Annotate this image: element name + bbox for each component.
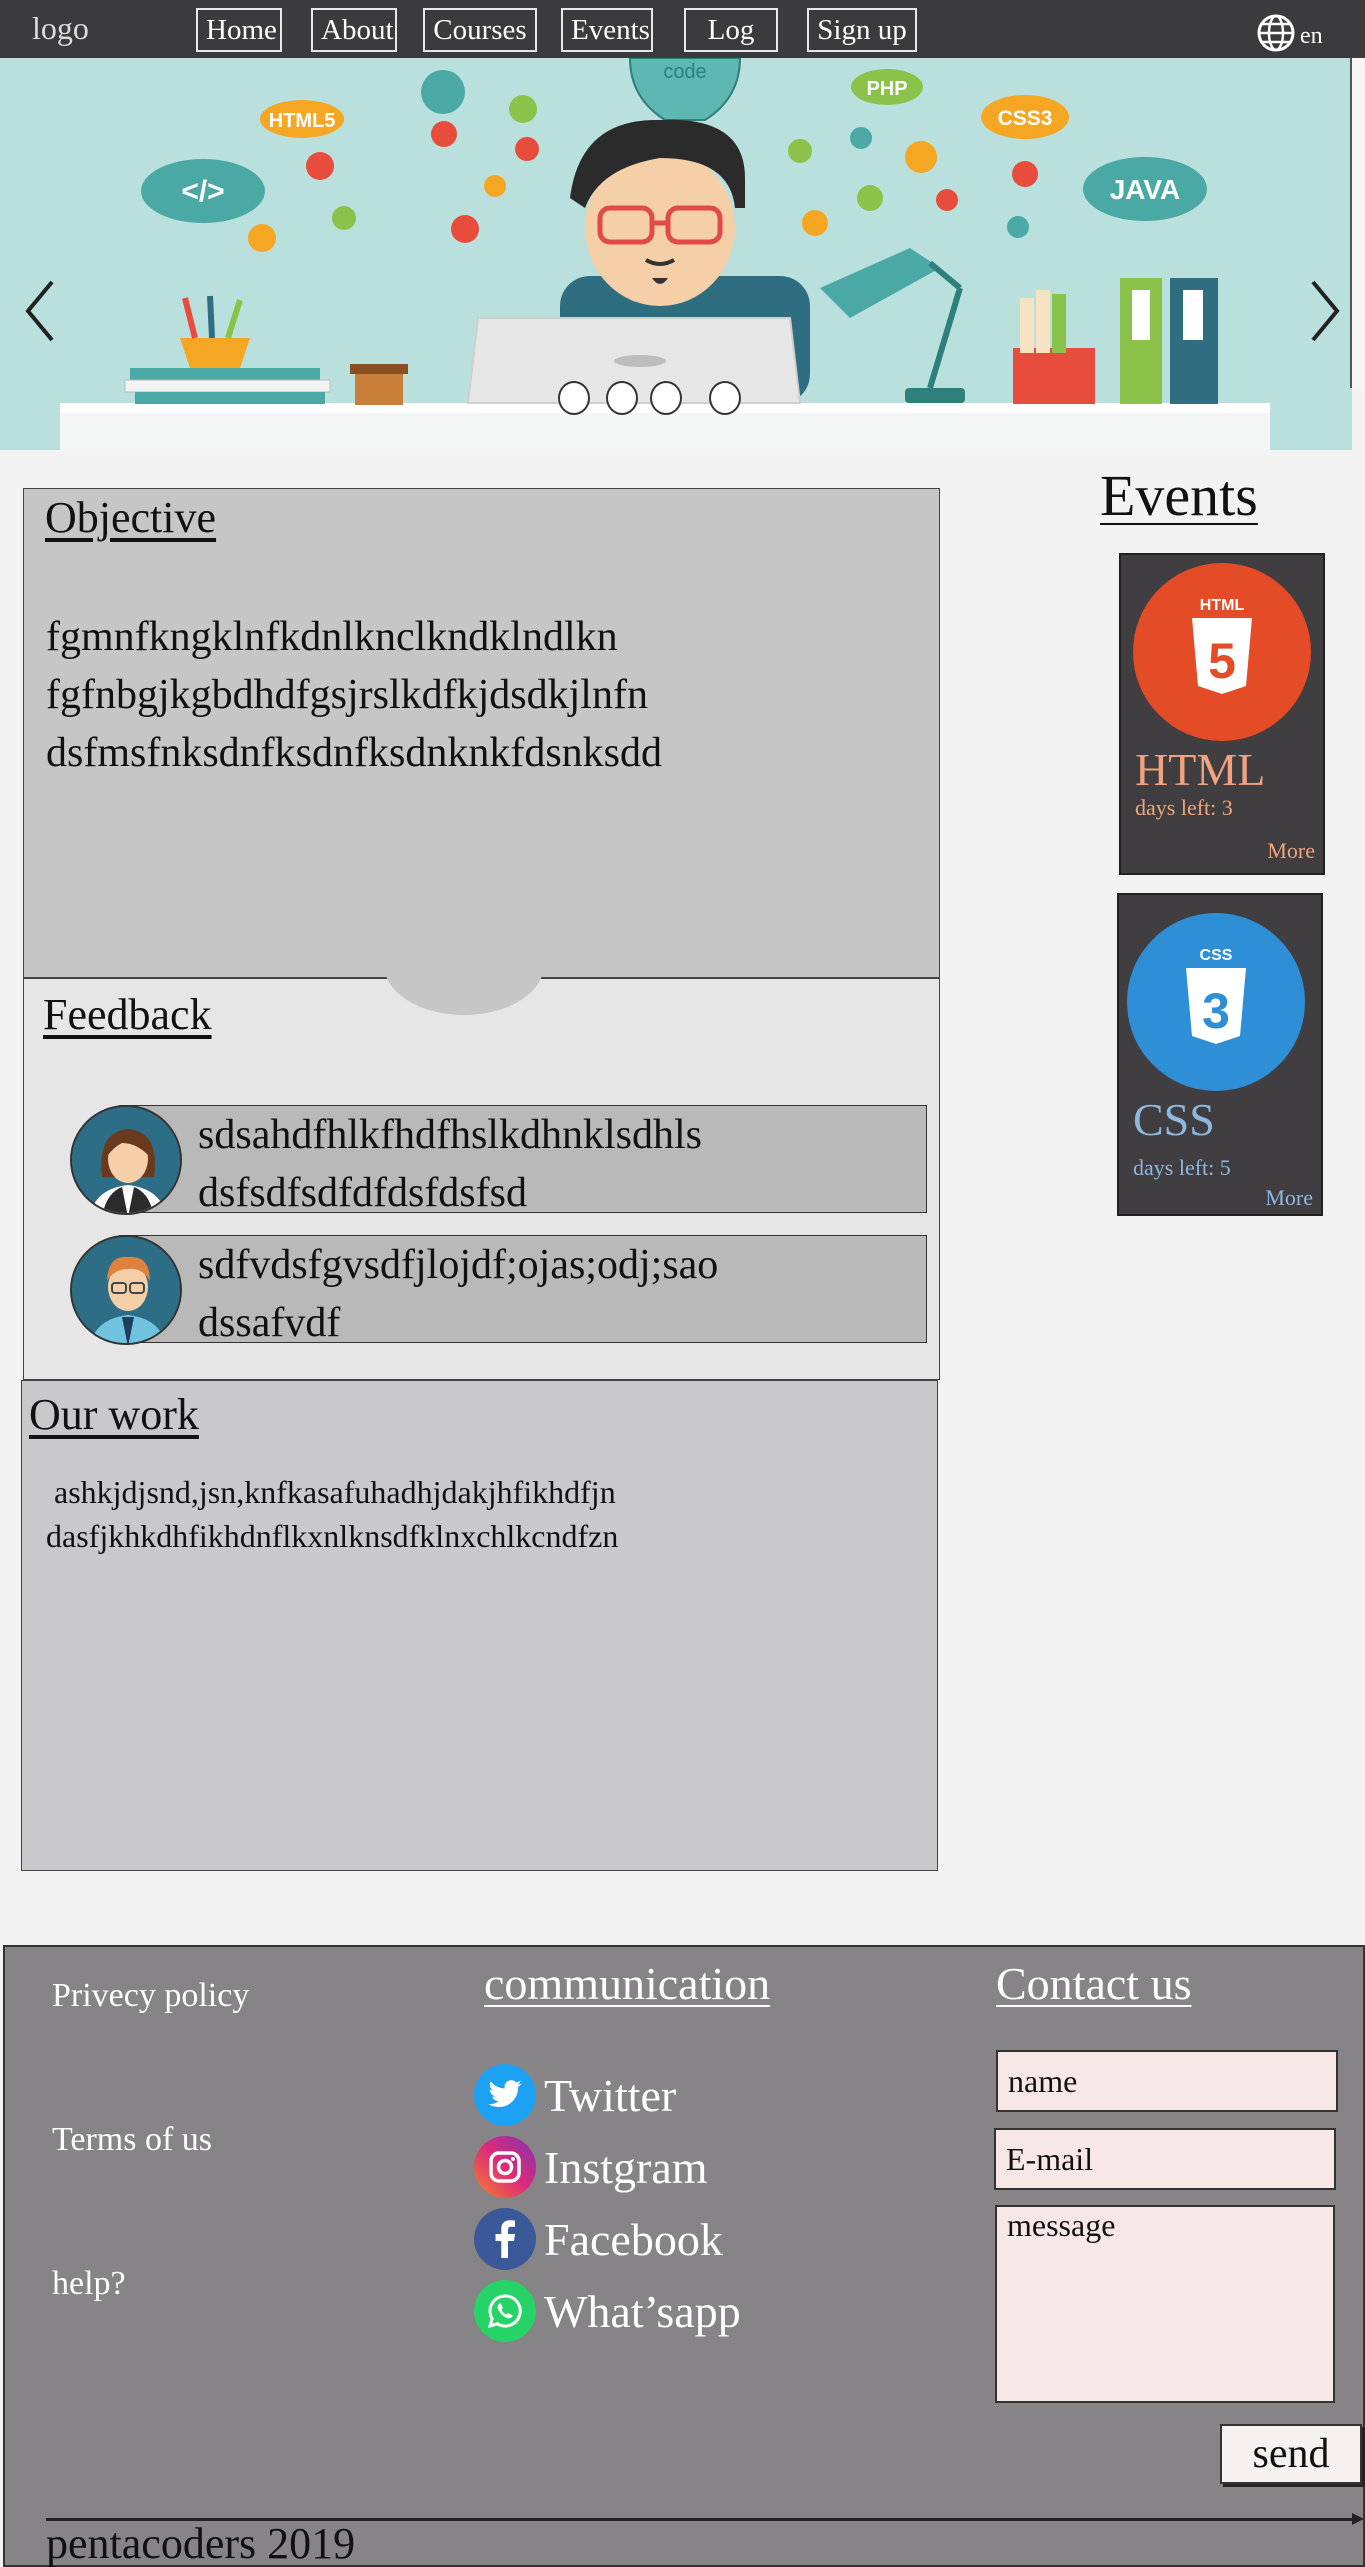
top-navbar: logo Home About Courses Events Log in Si… <box>0 0 1365 86</box>
html5-logo-icon: HTML 5 <box>1133 563 1311 741</box>
objective-line: dsfmsfnksdnfksdnfksdnknkfdsnksdd <box>46 730 663 776</box>
event-more-link[interactable]: More <box>1267 838 1315 864</box>
whatsapp-icon <box>474 2280 536 2342</box>
nav-courses-button[interactable]: Courses <box>423 8 537 52</box>
terms-link[interactable]: Terms of us <box>52 2121 212 2159</box>
feedback-item: sdsahdfhlkfhdfhslkdhnklsdhls dsfsdfsdfdf… <box>119 1105 927 1216</box>
hero-scrollbar[interactable] <box>1350 58 1365 388</box>
objective-text: fgmnfkngklnfkdnlknclkndklndlkn fgfnbgjkg… <box>46 608 662 782</box>
twitter-link[interactable]: Twitter <box>474 2064 676 2126</box>
copyright-text: pentacoders 2019 <box>46 2519 356 2567</box>
event-card-html[interactable]: HTML 5 HTML days left: 3 More <box>1119 553 1325 875</box>
nav-home-button[interactable]: Home <box>196 8 282 52</box>
css3-bubble: CSS3 <box>998 107 1053 130</box>
objective-title: Objective <box>45 493 217 542</box>
nav-signup-button[interactable]: Sign up <box>807 8 917 52</box>
male-avatar-icon <box>70 1235 182 1345</box>
help-link[interactable]: help? <box>52 2265 126 2303</box>
whatsapp-label: What’sapp <box>544 2285 741 2337</box>
feedback-title: Feedback <box>43 990 212 1039</box>
event-name: HTML <box>1135 744 1266 795</box>
html5-bubble: HTML5 <box>269 110 336 132</box>
feedback-text: dsfsdfsdfdfdsfdsfsd <box>198 1170 527 1216</box>
event-card-css[interactable]: CSS 3 CSS days left: 5 More <box>1117 893 1323 1216</box>
event-days-left: days left: 3 <box>1135 795 1233 820</box>
page: logo Home About Courses Events Log in Si… <box>0 0 1365 2567</box>
email-field[interactable] <box>994 2128 1336 2190</box>
feedback-text: dssafvdf <box>198 1300 341 1346</box>
objective-line: fgfnbgjkgbdhdfgsjrslkdfkjdsdkjlnfn <box>46 672 648 718</box>
html-badge-text: HTML <box>1200 597 1245 614</box>
our-work-section <box>21 1380 938 1871</box>
twitter-icon <box>474 2064 536 2126</box>
language-selector[interactable]: en <box>1256 13 1323 53</box>
html-badge-digit: 5 <box>1208 633 1236 689</box>
carousel-next-arrow-icon[interactable] <box>1305 276 1345 346</box>
carousel-dot-4[interactable] <box>709 381 741 415</box>
nav-about-button[interactable]: About <box>311 8 397 52</box>
twitter-label: Twitter <box>544 2069 677 2121</box>
language-label: en <box>1300 22 1323 49</box>
our-work-line: dasfjkhkdhfikhdnflkxnlknsdfklnxchlkcndfz… <box>46 1518 619 1554</box>
facebook-icon <box>474 2208 536 2270</box>
send-button[interactable]: send <box>1220 2424 1362 2484</box>
our-work-title: Our work <box>29 1390 199 1439</box>
css-badge-digit: 3 <box>1202 983 1230 1039</box>
facebook-link[interactable]: Facebook <box>474 2208 723 2270</box>
facebook-label: Facebook <box>544 2213 723 2265</box>
instagram-link[interactable]: Instgram <box>474 2136 708 2198</box>
carousel-dot-2[interactable] <box>606 381 638 415</box>
events-title: Events <box>1100 463 1258 528</box>
instagram-icon <box>474 2136 536 2198</box>
java-bubble: JAVA <box>1110 174 1181 205</box>
globe-icon <box>1257 14 1295 52</box>
whatsapp-link[interactable]: What’sapp <box>474 2280 741 2342</box>
privacy-policy-link[interactable]: Privecy policy <box>52 1977 249 2015</box>
css3-logo-icon: CSS 3 <box>1127 913 1305 1091</box>
objective-line: fgmnfkngklnfkdnlknclkndklndlkn <box>46 614 618 660</box>
feedback-text: sdfvdsfgvsdfjlojdf;ojas;odj;sao <box>198 1242 719 1288</box>
nav-login-button[interactable]: Log in <box>684 8 778 86</box>
logo[interactable]: logo <box>32 10 89 47</box>
female-avatar-icon <box>70 1105 182 1215</box>
our-work-line: ashkjdjsnd,jsn,knfkasafuhadhjdakjhfikhdf… <box>54 1474 616 1510</box>
event-more-link[interactable]: More <box>1265 1185 1313 1211</box>
communication-title: communication <box>484 1958 771 2009</box>
instagram-label: Instgram <box>544 2141 708 2193</box>
our-work-text: ashkjdjsnd,jsn,knfkasafuhadhjdakjhfikhdf… <box>46 1470 618 1558</box>
css-badge-text: CSS <box>1200 947 1233 964</box>
contact-us-title: Contact us <box>996 1958 1192 2009</box>
carousel-prev-arrow-icon[interactable] <box>20 276 60 346</box>
nav-events-button[interactable]: Events <box>561 8 653 52</box>
code-bulb-label: code <box>663 61 706 83</box>
message-field[interactable] <box>995 2205 1335 2403</box>
php-bubble: PHP <box>866 78 907 100</box>
feedback-text: sdsahdfhlkfhdfhslkdhnklsdhls <box>198 1112 702 1158</box>
carousel-dot-3[interactable] <box>650 381 682 415</box>
feedback-item: sdfvdsfgvsdfjlojdf;ojas;odj;sao dssafvdf <box>119 1235 927 1346</box>
carousel-dot-1[interactable] <box>558 381 590 415</box>
name-field[interactable] <box>996 2050 1338 2112</box>
event-days-left: days left: 5 <box>1133 1155 1231 1180</box>
event-name: CSS <box>1133 1094 1215 1145</box>
svg-text:</>: </> <box>181 175 224 208</box>
